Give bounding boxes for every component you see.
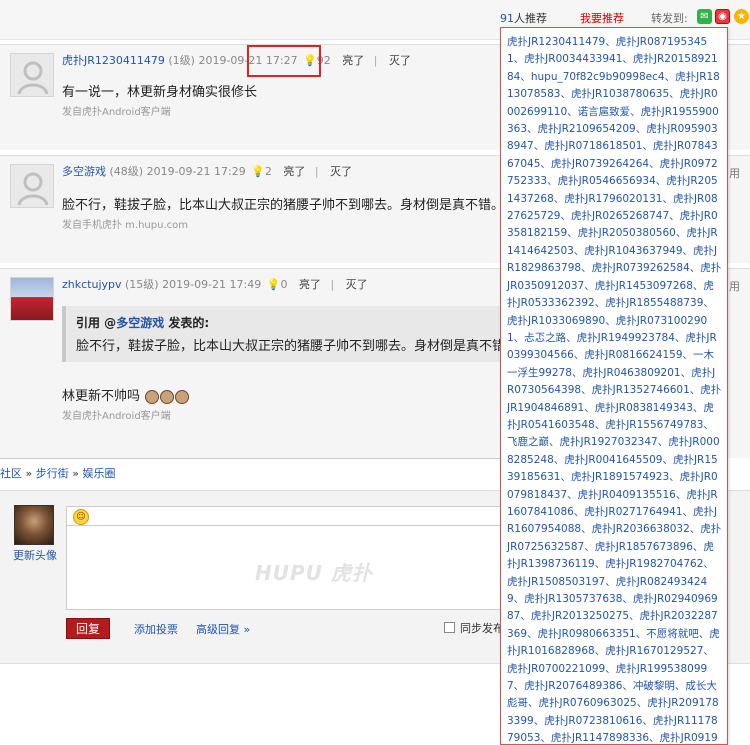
post-meta: 虎扑JR1230411479 (1级) 2019-09-21 17:27 💡92… bbox=[62, 52, 411, 68]
quote-block: 引用 @多空游戏 发表的: 脸不行，鞋拔子脸，比本山大叔正宗的猪腰子帅不到哪去。… bbox=[62, 306, 519, 362]
light-count: 0 bbox=[280, 278, 288, 291]
post-source: 发自虎扑Android客户端 bbox=[62, 411, 171, 422]
post-meta: 多空游戏 (48级) 2019-09-21 17:29 💡2 亮了 | 灭了 bbox=[62, 163, 352, 179]
divider: | bbox=[330, 278, 335, 291]
dislight-button[interactable]: 灭了 bbox=[346, 278, 368, 291]
dislight-button[interactable]: 灭了 bbox=[330, 165, 352, 178]
lightbulb-icon: 💡 bbox=[251, 165, 265, 178]
user-level: (15级) bbox=[125, 278, 159, 291]
hupu-watermark: HUPU 虎扑 bbox=[255, 561, 373, 585]
side-reply-link[interactable]: 用 bbox=[729, 278, 740, 294]
sync-checkbox[interactable] bbox=[444, 622, 455, 633]
light-count: 2 bbox=[264, 165, 272, 178]
post-source: 发自手机虎扑 m.hupu.com bbox=[62, 220, 188, 231]
lightbulb-icon: 💡 bbox=[266, 278, 281, 291]
post-source: 发自虎扑Android客户端 bbox=[62, 107, 171, 118]
user-level: (1级) bbox=[168, 54, 195, 67]
quote-user-link[interactable]: 多空游戏 bbox=[116, 316, 164, 330]
username-link[interactable]: 多空游戏 bbox=[62, 165, 106, 178]
wechat-icon[interactable]: ✉ bbox=[697, 9, 712, 24]
add-vote-link[interactable]: 添加投票 bbox=[134, 621, 178, 637]
light-button[interactable]: 亮了 bbox=[342, 54, 364, 67]
quote-header: 引用 @多空游戏 发表的: bbox=[76, 314, 492, 331]
breadcrumb-community[interactable]: 社区 bbox=[0, 467, 22, 480]
default-avatar-icon bbox=[17, 172, 49, 206]
quote-prefix: 引用 @ bbox=[76, 316, 117, 330]
recommend-count-link[interactable]: 91人推荐 bbox=[500, 10, 547, 26]
side-reply-link[interactable]: 用 bbox=[729, 165, 740, 181]
breadcrumb-entertainment[interactable]: 娱乐圈 bbox=[82, 467, 115, 480]
share-label: 转发到: bbox=[651, 12, 688, 25]
post-time: 2019-09-21 17:29 bbox=[146, 165, 246, 178]
breadcrumb: 社区 » 步行街 » 娱乐圈 bbox=[0, 465, 115, 481]
post-meta: zhkctujypv (15级) 2019-09-21 17:49 💡0 亮了 … bbox=[62, 276, 368, 292]
breadcrumb-separator: » bbox=[25, 467, 33, 480]
recommenders-list[interactable]: 虎扑JR1230411479、虎扑JR0871953451、虎扑JR003443… bbox=[507, 34, 722, 744]
emoji-icon bbox=[160, 389, 175, 404]
emoji-picker-icon[interactable]: ☺ bbox=[73, 509, 89, 525]
recommend-count: 91 bbox=[500, 12, 514, 25]
reply-submit-button[interactable]: 回复 bbox=[66, 618, 110, 639]
default-avatar-icon bbox=[17, 61, 49, 95]
light-button[interactable]: 亮了 bbox=[283, 165, 305, 178]
avatar[interactable] bbox=[10, 164, 54, 208]
emoji-icon bbox=[145, 389, 160, 404]
recommend-me-button[interactable]: 我要推荐 bbox=[580, 10, 624, 26]
avatar[interactable] bbox=[10, 277, 54, 321]
my-avatar[interactable] bbox=[14, 505, 54, 545]
username-link[interactable]: zhkctujypv bbox=[62, 278, 122, 291]
divider: | bbox=[314, 165, 319, 178]
recommend-count-suffix: 人推荐 bbox=[514, 12, 547, 25]
sync-label: 同步发布 bbox=[460, 622, 504, 635]
avatar[interactable] bbox=[10, 53, 54, 97]
recommenders-popup: 虎扑JR1230411479、虎扑JR0871953451、虎扑JR003443… bbox=[500, 27, 728, 745]
breadcrumb-separator: » bbox=[72, 467, 79, 480]
post-content: 林更新不帅吗 bbox=[62, 385, 190, 404]
quote-body: 脸不行，鞋拔子脸，比本山大叔正宗的猪腰子帅不到哪去。身材倒是真不错。 bbox=[76, 339, 519, 354]
post-content: 脸不行，鞋拔子脸，比本山大叔正宗的猪腰子帅不到哪去。身材倒是真不错。 bbox=[62, 198, 505, 213]
light-button[interactable]: 亮了 bbox=[299, 278, 321, 291]
post-time: 2019-09-21 17:49 bbox=[162, 278, 262, 291]
divider: | bbox=[373, 54, 378, 67]
update-avatar-link[interactable]: 更新头像 bbox=[13, 547, 57, 563]
user-level: (48级) bbox=[109, 165, 144, 178]
dislight-button[interactable]: 灭了 bbox=[389, 54, 411, 67]
editor-toolbar: ☺ bbox=[66, 506, 506, 526]
post-content: 有一说一，林更新身材确实很修长 bbox=[62, 85, 258, 100]
emoji-icon bbox=[175, 389, 190, 404]
post-content-text: 林更新不帅吗 bbox=[62, 389, 141, 404]
advanced-reply-link[interactable]: 高级回复 » bbox=[196, 621, 250, 637]
breadcrumb-bxj[interactable]: 步行街 bbox=[36, 467, 69, 480]
weibo-icon[interactable]: ◉ bbox=[715, 9, 730, 24]
quote-suffix: 发表的: bbox=[164, 316, 210, 330]
divider bbox=[0, 458, 500, 459]
qzone-icon[interactable]: ★ bbox=[734, 9, 749, 24]
username-link[interactable]: 虎扑JR1230411479 bbox=[62, 54, 165, 67]
highlight-annotation bbox=[247, 45, 321, 77]
